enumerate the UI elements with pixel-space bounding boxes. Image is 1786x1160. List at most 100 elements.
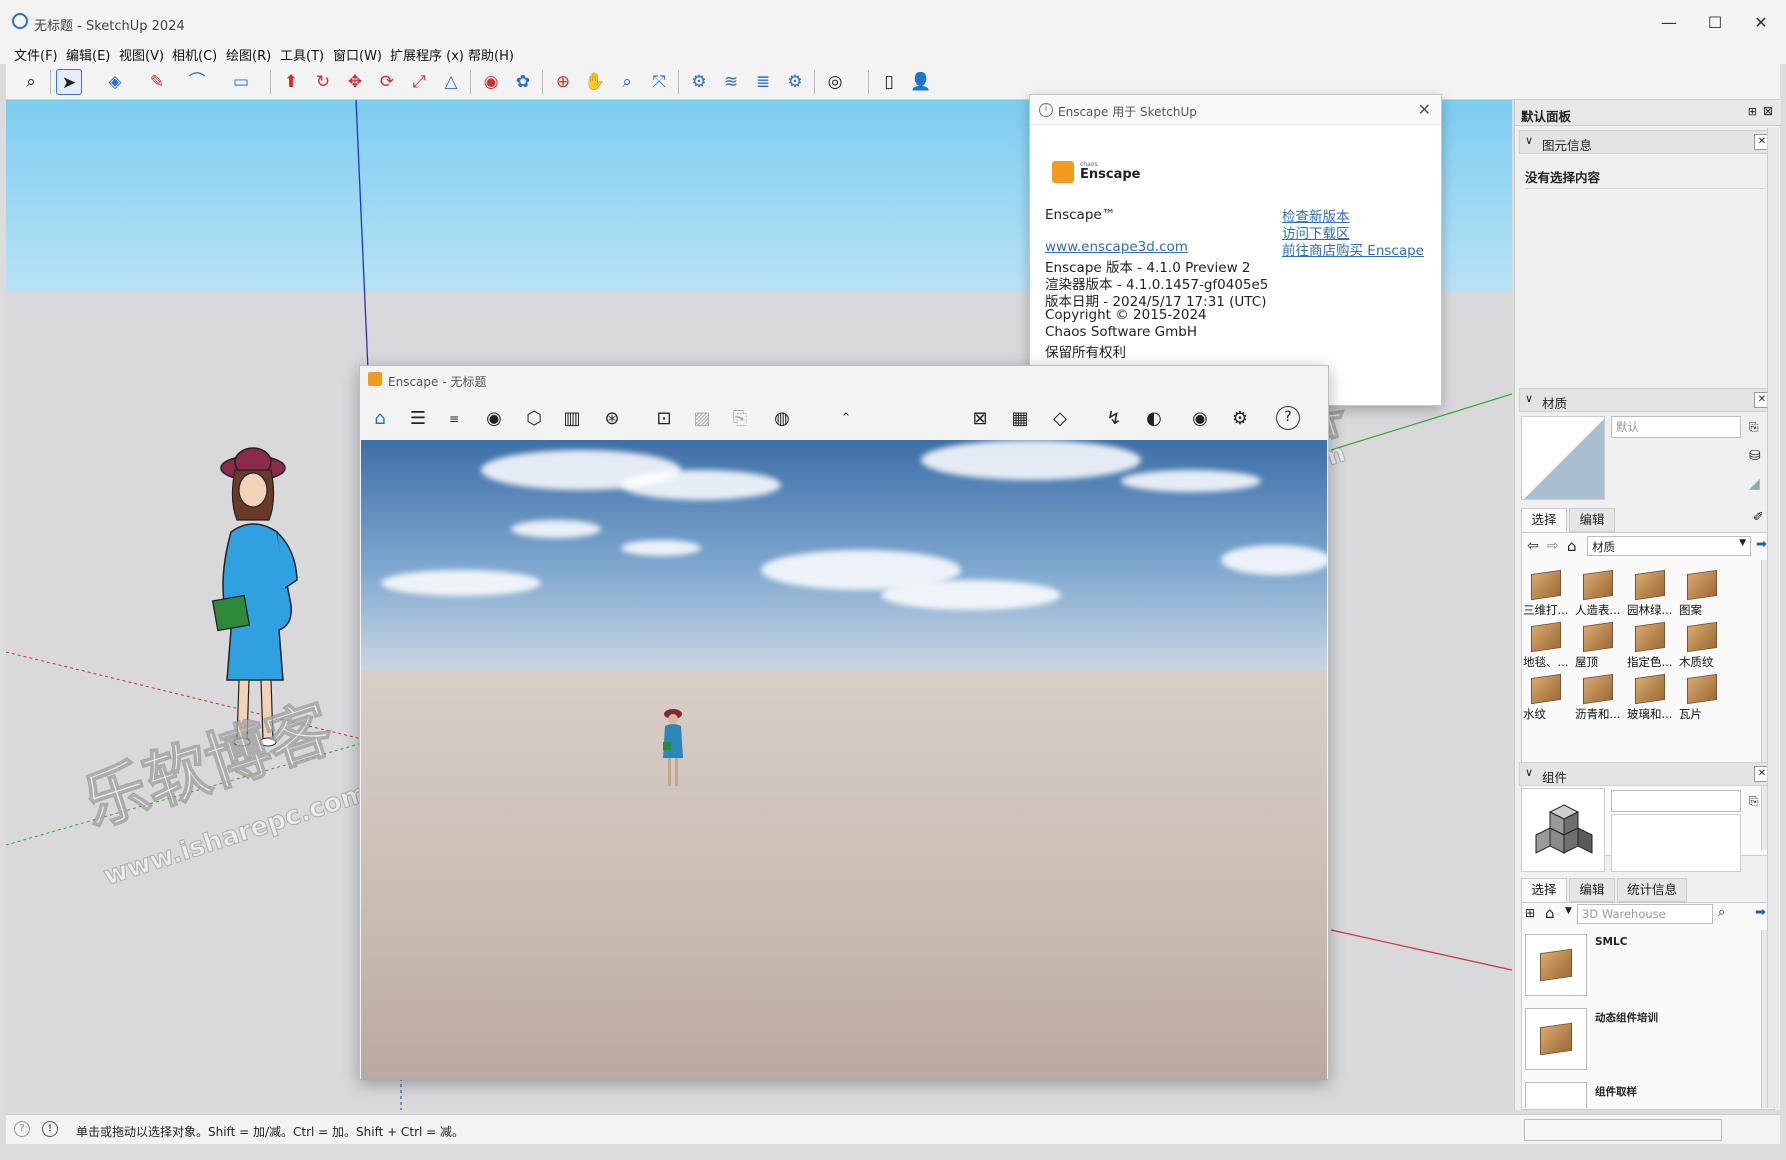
zoom-extents-icon[interactable]: ⤧ — [646, 69, 672, 95]
view-options-icon[interactable]: ⊞ — [1525, 906, 1535, 920]
scale-icon[interactable]: ⤢ — [406, 69, 432, 95]
website-link[interactable]: www.enscape3d.com — [1045, 239, 1188, 255]
component-name-field[interactable] — [1611, 790, 1741, 812]
sample-paint-icon[interactable]: ◢ — [1749, 476, 1760, 492]
video-editor-icon[interactable]: ⊛ — [598, 406, 626, 432]
image-icon[interactable]: ▨ — [688, 406, 716, 432]
materials-tab-select[interactable]: 选择 — [1521, 508, 1567, 532]
paint-bucket-icon[interactable]: ⛁ — [1749, 448, 1761, 464]
collapse-chevron-icon[interactable]: ⌃ — [832, 406, 860, 432]
menu-tools[interactable]: 工具(T) — [280, 45, 324, 64]
zoom-icon[interactable]: ⌕ — [614, 69, 640, 95]
geo-location-icon[interactable]: ? — [14, 1121, 30, 1137]
minimize-button[interactable]: — — [1646, 8, 1692, 38]
material-item[interactable]: 沥青和... — [1575, 670, 1625, 722]
enscape-render-view[interactable] — [361, 440, 1327, 1080]
home-icon[interactable]: ⌂ — [366, 406, 394, 432]
component-thumb[interactable] — [1525, 1082, 1587, 1108]
material-item[interactable]: 指定色... — [1627, 618, 1677, 670]
tray-close-icon[interactable]: ⊠ — [1763, 104, 1773, 118]
dialog-close-icon[interactable]: ✕ — [1418, 100, 1431, 119]
materials-tab-edit[interactable]: 编辑 — [1569, 508, 1615, 532]
maximize-button[interactable]: ☐ — [1692, 8, 1738, 38]
eyedropper-icon[interactable]: ✐ — [1753, 510, 1764, 525]
material-editor-icon[interactable]: ▥ — [558, 406, 586, 432]
material-item[interactable]: 水纹 — [1523, 670, 1573, 722]
pin-icon[interactable]: ⊞ — [1748, 105, 1757, 118]
close-button[interactable]: ✕ — [1738, 8, 1784, 38]
menu-draw[interactable]: 绘图(R) — [226, 45, 271, 64]
cube-view-icon[interactable]: ◇ — [1046, 406, 1074, 432]
orbit-icon[interactable]: ⊕ — [550, 69, 576, 95]
components-section[interactable]: ∨ 组件 ✕ — [1519, 762, 1775, 786]
menu-view[interactable]: 视图(V) — [119, 45, 164, 64]
views-icon[interactable]: ☰ — [404, 406, 432, 432]
help-icon[interactable]: ? — [1276, 406, 1300, 430]
components-tab-edit[interactable]: 编辑 — [1569, 878, 1615, 902]
components-tab-statistics[interactable]: 统计信息 — [1617, 878, 1687, 902]
collaboration-icon[interactable]: ⊠ — [966, 406, 994, 432]
bim-icon[interactable]: ≡ — [440, 406, 468, 432]
create-material-icon[interactable]: ⎘ — [1749, 420, 1759, 435]
tape-measure-icon[interactable]: ◉ — [478, 69, 504, 95]
component-description[interactable] — [1611, 814, 1741, 872]
material-library-select[interactable]: 材质 ▼ — [1587, 536, 1751, 556]
material-name-field[interactable]: 默认 — [1611, 416, 1741, 438]
move-icon[interactable]: ✥ — [342, 69, 368, 95]
dropdown-arrow-icon[interactable]: ▼ — [1565, 906, 1572, 916]
measurements-box[interactable] — [1524, 1119, 1722, 1141]
info-icon[interactable]: ! — [42, 1121, 58, 1137]
asset-library-icon[interactable]: ⬡ — [520, 406, 548, 432]
rotate-icon[interactable]: ⟳ — [374, 69, 400, 95]
buy-link[interactable]: 前往商店购买 Enscape — [1282, 239, 1424, 259]
layout-icon[interactable]: ≣ — [750, 69, 776, 95]
component-item-label[interactable]: SMLC — [1595, 936, 1627, 948]
material-item[interactable]: 地毯、... — [1523, 618, 1573, 670]
account-icon[interactable]: ◎ — [822, 69, 848, 95]
details-arrow-icon[interactable]: ➡ — [1755, 905, 1766, 920]
screenshot-icon[interactable]: ⊡ — [650, 406, 678, 432]
warehouse-search-input[interactable]: 3D Warehouse — [1577, 904, 1713, 924]
material-item[interactable]: 瓦片 — [1679, 670, 1729, 722]
export-icon[interactable]: ⎘ — [726, 406, 754, 432]
search-icon[interactable]: ⌕ — [18, 69, 44, 95]
component-options-icon[interactable]: ⎘ — [1749, 794, 1759, 809]
entity-info-section[interactable]: ∨ 图元信息 ✕ — [1519, 130, 1775, 154]
new-file-icon[interactable]: ▯ — [876, 69, 902, 95]
menu-edit[interactable]: 编辑(E) — [66, 45, 110, 64]
menu-file[interactable]: 文件(F) — [14, 45, 58, 64]
paint-bucket-icon[interactable]: ✿ — [510, 69, 536, 95]
material-item[interactable]: 图案 — [1679, 566, 1729, 618]
home-icon[interactable]: ⌂ — [1545, 904, 1555, 922]
component-thumb[interactable] — [1525, 934, 1587, 996]
menu-window[interactable]: 窗口(W) — [333, 45, 382, 64]
forward-arrow-icon[interactable]: ⇨ — [1547, 538, 1559, 554]
vr-headset-icon[interactable]: ◐ — [1140, 406, 1168, 432]
select-tool-icon[interactable]: ➤ — [56, 69, 82, 95]
menu-camera[interactable]: 相机(C) — [172, 45, 217, 64]
material-item[interactable]: 屋顶 — [1575, 618, 1625, 670]
material-item[interactable]: 人造表... — [1575, 566, 1625, 618]
panorama-360-icon[interactable]: ◍ — [768, 406, 796, 432]
extension-warehouse-icon[interactable]: ≋ — [718, 69, 744, 95]
material-item[interactable]: 木质纹 — [1679, 618, 1729, 670]
sync-icon[interactable]: ↯ — [1100, 406, 1128, 432]
offset-icon[interactable]: △ — [438, 69, 464, 95]
push-pull-icon[interactable]: ⬆ — [278, 69, 304, 95]
component-item-label[interactable]: 组件取样 — [1595, 1084, 1637, 1099]
menu-extensions[interactable]: 扩展程序 (x) — [390, 45, 464, 64]
materials-section[interactable]: ∨ 材质 ✕ — [1519, 388, 1775, 412]
follow-me-icon[interactable]: ↻ — [310, 69, 336, 95]
gallery-icon[interactable]: ▦ — [1006, 406, 1034, 432]
material-item[interactable]: 园林绿... — [1627, 566, 1677, 618]
home-icon[interactable]: ⌂ — [1567, 537, 1577, 555]
material-item[interactable]: 玻璃和... — [1627, 670, 1677, 722]
components-tab-select[interactable]: 选择 — [1521, 878, 1567, 902]
arc-icon[interactable]: ⌒ — [184, 69, 210, 95]
details-arrow-icon[interactable]: ➡ — [1756, 537, 1767, 552]
pencil-icon[interactable]: ✎ — [144, 69, 170, 95]
user-icon[interactable]: 👤 — [908, 69, 934, 95]
extension-manager-icon[interactable]: ⚙ — [782, 69, 808, 95]
pan-icon[interactable]: ✋ — [582, 69, 608, 95]
component-item-label[interactable]: 动态组件培训 — [1595, 1010, 1658, 1025]
